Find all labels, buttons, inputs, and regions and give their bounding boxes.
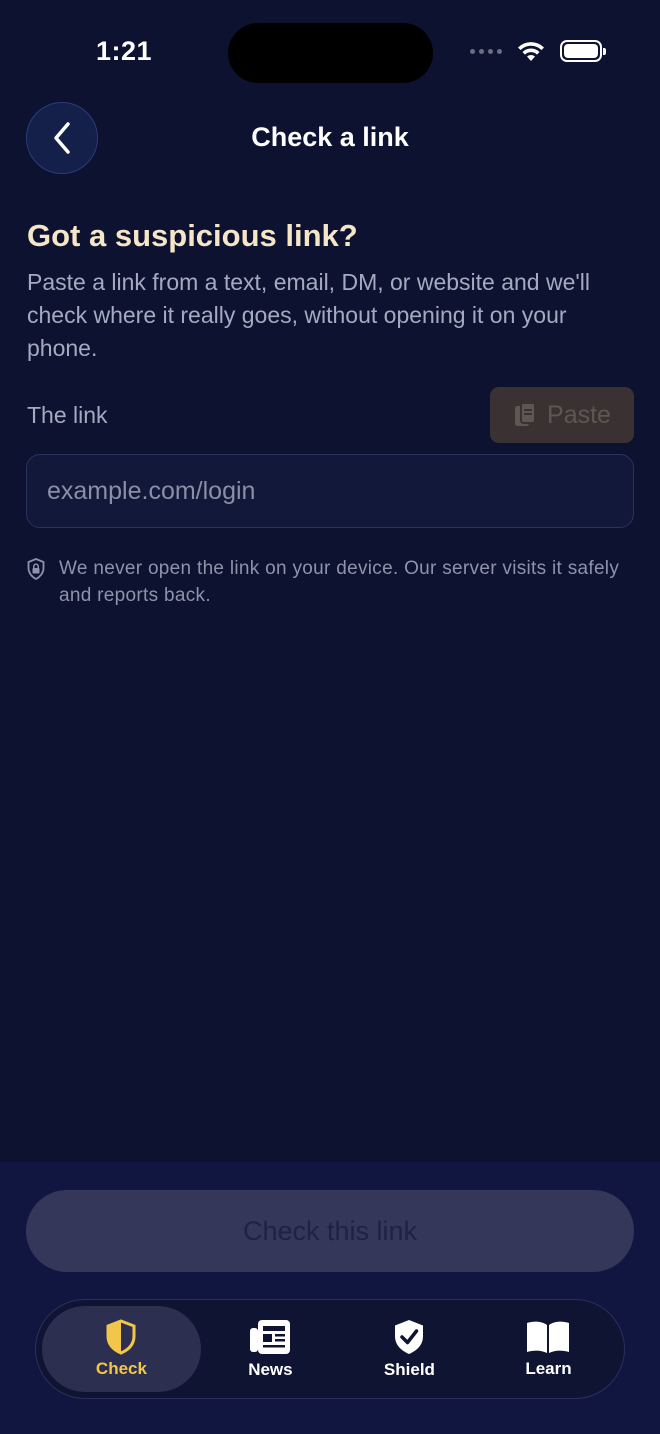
cellular-signal-icon bbox=[470, 48, 502, 54]
link-input[interactable] bbox=[26, 454, 634, 528]
shield-half-icon bbox=[106, 1319, 136, 1355]
status-time: 1:21 bbox=[96, 36, 153, 66]
status-icons bbox=[470, 40, 606, 62]
tab-check[interactable]: Check bbox=[42, 1306, 201, 1392]
tab-shield[interactable]: Shield bbox=[340, 1306, 479, 1392]
page-title: Check a link bbox=[251, 122, 409, 152]
paste-label: Paste bbox=[547, 400, 611, 429]
tab-bar: Check News Shield Learn bbox=[35, 1299, 625, 1399]
dynamic-island bbox=[228, 23, 433, 83]
description: Paste a link from a text, email, DM, or … bbox=[27, 269, 590, 361]
book-icon bbox=[527, 1321, 570, 1353]
tab-shield-label: Shield bbox=[383, 1360, 435, 1379]
tab-learn[interactable]: Learn bbox=[479, 1306, 618, 1392]
tab-news-label: News bbox=[248, 1360, 293, 1379]
paste-button[interactable]: Paste bbox=[490, 387, 634, 443]
newspaper-icon bbox=[250, 1320, 291, 1354]
battery-icon bbox=[560, 40, 606, 62]
status-bar: 1:21 bbox=[0, 0, 660, 100]
privacy-note-text: We never open the link on your device. O… bbox=[59, 558, 620, 606]
tab-check-label: Check bbox=[95, 1359, 147, 1378]
shield-lock-icon bbox=[27, 558, 45, 580]
privacy-note: We never open the link on your device. O… bbox=[27, 555, 627, 609]
tab-learn-label: Learn bbox=[525, 1359, 572, 1378]
shield-check-icon bbox=[395, 1320, 424, 1354]
bottom-area: Check this link Check News Shield Learn bbox=[0, 1162, 660, 1434]
wifi-icon bbox=[518, 42, 544, 61]
clipboard-icon bbox=[515, 402, 537, 426]
link-field-label: The link bbox=[27, 402, 108, 428]
check-link-button[interactable]: Check this link bbox=[26, 1190, 634, 1272]
tab-news[interactable]: News bbox=[201, 1306, 340, 1392]
headline: Got a suspicious link? bbox=[27, 218, 358, 253]
nav-header: Check a link bbox=[0, 100, 660, 176]
